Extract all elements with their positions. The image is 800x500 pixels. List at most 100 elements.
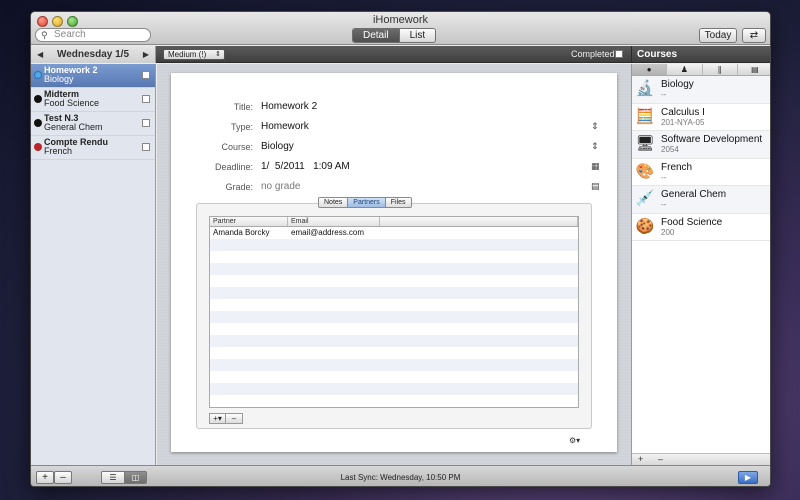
deadline-field[interactable]: 1/ 5/2011 1:09 AM <box>261 161 350 172</box>
calculator-icon: 🧮 <box>635 107 655 125</box>
task-course: Food Science <box>44 98 100 108</box>
course-label: Course: <box>221 142 253 152</box>
table-row-empty <box>210 335 578 347</box>
remove-partner-button[interactable]: – <box>226 413 243 424</box>
table-row-empty <box>210 275 578 287</box>
course-name: Calculus I <box>661 106 705 118</box>
table-row-empty <box>210 263 578 275</box>
toolbar: iHomework ⚲ Search Detail List Today ⇄ <box>31 12 770 45</box>
sync-button[interactable]: ⇄ <box>742 28 766 43</box>
table-row[interactable]: Amanda Borcky email@address.com <box>210 227 578 239</box>
partners-panel: Partner Email Amanda Borcky email@addres… <box>196 203 592 429</box>
play-icon[interactable]: ▶ <box>738 471 758 484</box>
task-color-dot <box>34 143 42 151</box>
table-row-empty <box>210 239 578 251</box>
remove-course-button[interactable]: – <box>658 454 663 465</box>
task-color-dot <box>34 71 42 79</box>
email-cell: email@address.com <box>291 228 365 237</box>
task-color-dot <box>34 119 42 127</box>
table-row-empty <box>210 323 578 335</box>
title-field[interactable]: Homework 2 <box>261 101 317 112</box>
course-name: French <box>661 161 693 173</box>
task-item[interactable]: Homework 2 Biology <box>31 64 155 88</box>
date-navigator: ◀ Wednesday 1/5 ▶ <box>31 46 156 63</box>
partners-table: Partner Email Amanda Borcky email@addres… <box>209 216 579 408</box>
calendar-icon[interactable]: ▦ <box>591 161 600 172</box>
task-item[interactable]: Midterm Food Science <box>31 88 155 112</box>
monitor-icon: 🖥 <box>635 135 655 152</box>
course-code: -- <box>661 200 667 209</box>
course-code: 2054 <box>661 145 679 154</box>
table-row-empty <box>210 395 578 407</box>
table-row-empty <box>210 383 578 395</box>
course-name: Software Development <box>661 134 763 145</box>
add-course-button[interactable]: + <box>638 454 643 465</box>
person-icon[interactable]: ♟ <box>667 64 703 75</box>
sync-icon: ⇄ <box>749 30 759 41</box>
tab-files[interactable]: Files <box>384 198 411 207</box>
courses-footer: + – <box>632 453 770 465</box>
courses-filter-tabs: ● ♟ ∥ ▤ <box>632 64 770 76</box>
task-course: French <box>44 146 73 156</box>
column-header-partner[interactable]: Partner <box>210 217 288 226</box>
detail-view-button[interactable]: Detail <box>353 29 399 42</box>
course-code: 201-NYA-05 <box>661 117 705 127</box>
paperclip-icon[interactable]: ∥ <box>703 64 738 75</box>
course-item[interactable]: 🧮 Calculus I 201-NYA-05 <box>632 104 770 131</box>
course-item[interactable]: 🖥 Software Development 2054 <box>632 131 770 159</box>
palette-icon: 🎨 <box>635 162 655 180</box>
column-header-empty <box>380 217 578 226</box>
search-input[interactable]: ⚲ Search <box>35 28 151 42</box>
tab-partners[interactable]: Partners <box>347 198 385 207</box>
course-name: Food Science <box>661 216 723 228</box>
table-row-empty <box>210 359 578 371</box>
course-code: -- <box>661 90 667 99</box>
microscope-icon: 🔬 <box>635 80 655 97</box>
course-select[interactable]: Biology <box>261 141 294 152</box>
task-list: Homework 2 Biology Midterm Food Science … <box>31 64 156 465</box>
task-complete-checkbox[interactable] <box>142 71 150 79</box>
detail-pane: Title: Homework 2 Type: Homework ⇕ Cours… <box>157 64 631 465</box>
course-name: Biology <box>661 79 694 90</box>
course-item[interactable]: 🍪 Food Science 200 <box>632 214 770 241</box>
priority-select[interactable]: Medium (!) ⇕ <box>163 49 225 60</box>
task-complete-checkbox[interactable] <box>142 119 150 127</box>
chevron-updown-icon[interactable]: ⇕ <box>591 141 599 152</box>
gear-icon[interactable]: ⚙▾ <box>569 436 580 445</box>
task-item[interactable]: Test N.3 General Chem <box>31 112 155 136</box>
document-icon[interactable]: ▤ <box>738 64 770 75</box>
title-label: Title: <box>233 102 253 112</box>
today-button[interactable]: Today <box>699 28 737 43</box>
window-title: iHomework <box>372 14 428 26</box>
courses-header: Courses <box>631 46 770 63</box>
table-row-empty <box>210 347 578 359</box>
task-color-dot <box>34 95 42 103</box>
chevron-updown-icon[interactable]: ⇕ <box>591 121 599 132</box>
calculator-icon[interactable]: ▤ <box>591 181 600 192</box>
table-row-empty <box>210 371 578 383</box>
add-partner-button[interactable]: +▾ <box>209 413 226 424</box>
table-body: Amanda Borcky email@address.com <box>210 227 578 407</box>
course-item[interactable]: 💉 General Chem -- <box>632 186 770 214</box>
course-name: General Chem <box>661 189 727 200</box>
course-item[interactable]: 🔬 Biology -- <box>632 76 770 104</box>
chevron-updown-icon: ⇕ <box>215 51 221 58</box>
previous-day-icon[interactable]: ◀ <box>37 46 43 63</box>
cookie-icon: 🍪 <box>635 217 655 235</box>
column-header-email[interactable]: Email <box>288 217 380 226</box>
type-select[interactable]: Homework <box>261 121 309 132</box>
course-item[interactable]: 🎨 French -- <box>632 159 770 186</box>
apple-icon[interactable]: ● <box>632 64 668 75</box>
next-day-icon[interactable]: ▶ <box>143 46 149 63</box>
table-row-empty <box>210 311 578 323</box>
tab-notes[interactable]: Notes <box>319 198 348 207</box>
task-item[interactable]: Compte Rendu French <box>31 136 155 160</box>
task-course: General Chem <box>44 122 103 132</box>
secondary-bar: ◀ Wednesday 1/5 ▶ Medium (!) ⇕ Completed… <box>31 46 770 63</box>
list-view-button[interactable]: List <box>398 29 436 42</box>
priority-value: Medium (!) <box>168 50 207 59</box>
grade-field[interactable]: no grade <box>261 181 300 192</box>
completed-checkbox[interactable] <box>615 50 623 58</box>
task-complete-checkbox[interactable] <box>142 95 150 103</box>
task-complete-checkbox[interactable] <box>142 143 150 151</box>
